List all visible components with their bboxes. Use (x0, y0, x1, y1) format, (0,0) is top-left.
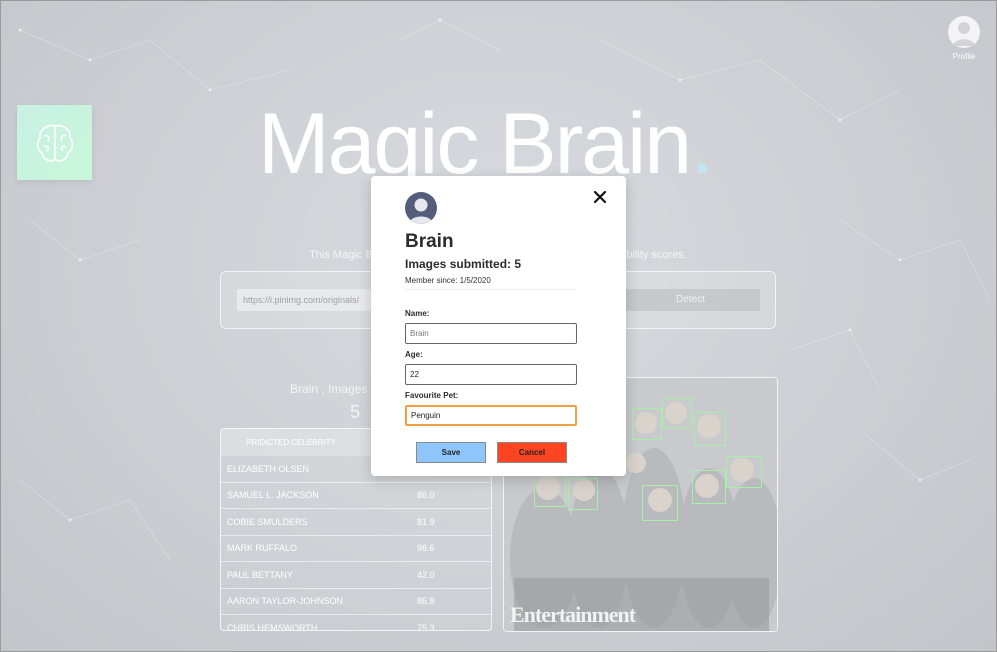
brain-icon (36, 124, 73, 162)
photo-watermark: Entertainment (510, 602, 636, 627)
name-label: Name: (405, 309, 430, 318)
save-button[interactable]: Save (416, 442, 486, 463)
pet-label: Favourite Pet: (405, 391, 459, 400)
close-icon[interactable] (591, 188, 609, 206)
celebrity-score: 96.6 (417, 543, 435, 554)
profile-modal: Brain Images submitted: 5 Member since: … (371, 176, 626, 476)
age-input[interactable] (405, 364, 577, 385)
favourite-pet-input[interactable] (405, 405, 577, 426)
table-row: SAMUEL L. JACKSON 86.0 (221, 483, 491, 509)
face-box (632, 408, 662, 440)
celebrity-name: AARON TAYLOR-JOHNSON (227, 596, 344, 607)
modal-user-name: Brain (405, 231, 454, 252)
modal-avatar-icon (405, 192, 437, 224)
celebrity-score: 86.0 (417, 490, 435, 501)
user-stats-count: 5 (350, 402, 361, 422)
celebrity-name: PAUL BETTANY (227, 569, 293, 580)
face-box (726, 456, 762, 488)
app-logo (17, 105, 92, 180)
modal-images-submitted: Images submitted: 5 (405, 257, 522, 271)
cancel-button[interactable]: Cancel (497, 442, 567, 463)
age-label: Age: (405, 350, 423, 359)
celebrity-score: 81.9 (417, 516, 435, 527)
user-avatar-icon[interactable] (948, 16, 980, 48)
face-box (694, 412, 726, 446)
celebrity-name: CHRIS HEMSWORTH (227, 622, 318, 631)
profile-menu[interactable]: Profile (945, 16, 983, 61)
celebrity-score: 86.8 (417, 596, 435, 607)
table-row: MARK RUFFALO 96.6 (221, 536, 491, 562)
face-box (662, 398, 692, 428)
celebrity-name: MARK RUFFALO (227, 543, 298, 554)
celebrity-name: COBIE SMULDERS (227, 516, 308, 527)
celebrity-score: 42.0 (417, 569, 435, 580)
table-row: AARON TAYLOR-JOHNSON 86.8 (221, 589, 491, 615)
detect-button[interactable]: Detect (621, 289, 760, 311)
title-dot: . (690, 96, 714, 192)
profile-label[interactable]: Profile (945, 52, 983, 61)
celebrity-score: 75.3 (417, 622, 435, 631)
modal-divider (405, 289, 575, 290)
modal-member-since: Member since: 1/5/2020 (405, 276, 491, 285)
table-row: COBIE SMULDERS 81.9 (221, 509, 491, 536)
table-row: PAUL BETTANY 42.0 (221, 562, 491, 589)
face-box (642, 485, 678, 521)
face-box (568, 478, 598, 510)
face-box (534, 473, 566, 507)
table-row: CHRIS HEMSWORTH 75.3 (221, 615, 491, 631)
face-box (692, 470, 726, 504)
name-input[interactable] (405, 323, 577, 344)
celebrity-name: SAMUEL L. JACKSON (227, 490, 319, 501)
